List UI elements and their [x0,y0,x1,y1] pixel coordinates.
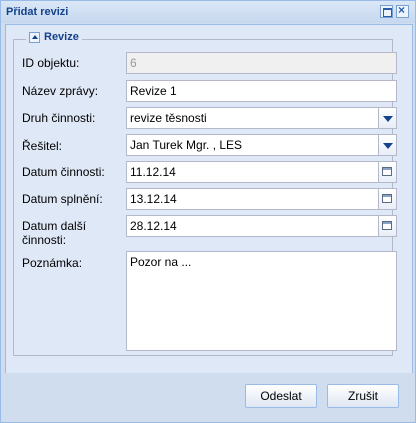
chevron-down-icon[interactable] [379,134,397,156]
maximize-icon[interactable] [380,5,393,18]
calendar-icon[interactable] [379,161,397,183]
id-label: ID objektu: [22,56,80,70]
close-icon[interactable]: × [396,3,409,18]
collapse-icon[interactable] [29,31,40,43]
submit-button[interactable]: Odeslat [245,384,317,408]
activity-type-select[interactable]: revize těsnosti [126,107,397,129]
next-date-label-1: Datum další [22,219,87,233]
dialog-window: Přidat revizi × Revize ID objektu: Název… [0,0,416,423]
next-date-picker[interactable]: 28.12.14 [126,215,397,237]
activity-type-value[interactable]: revize těsnosti [126,107,379,129]
chevron-down-icon[interactable] [379,107,397,129]
done-date-picker[interactable]: 13.12.14 [126,188,397,210]
next-date-label-2: činnosti: [22,233,67,247]
name-field[interactable] [126,80,397,102]
window-title: Přidat revizi [6,6,69,18]
fieldset-legend: Revize [26,31,82,43]
activity-type-label: Druh činnosti: [22,111,96,125]
activity-date-label: Datum činnosti: [22,165,105,179]
done-date-label: Datum splnění: [22,192,103,206]
calendar-icon[interactable] [379,188,397,210]
activity-date-value[interactable]: 11.12.14 [126,161,379,183]
cancel-button[interactable]: Zrušit [327,384,399,408]
legend-label: Revize [44,31,79,43]
activity-date-picker[interactable]: 11.12.14 [126,161,397,183]
solver-label: Řešitel: [22,139,63,153]
next-date-value[interactable]: 28.12.14 [126,215,379,237]
id-field [126,52,397,74]
note-textarea[interactable]: Pozor na ... [126,251,397,351]
solver-select[interactable]: Jan Turek Mgr. , LES [126,134,397,156]
solver-value[interactable]: Jan Turek Mgr. , LES [126,134,379,156]
done-date-value[interactable]: 13.12.14 [126,188,379,210]
name-label: Název zprávy: [22,84,99,98]
note-label: Poznámka: [22,256,83,270]
calendar-icon[interactable] [379,215,397,237]
title-bar[interactable]: Přidat revizi × [1,1,415,23]
